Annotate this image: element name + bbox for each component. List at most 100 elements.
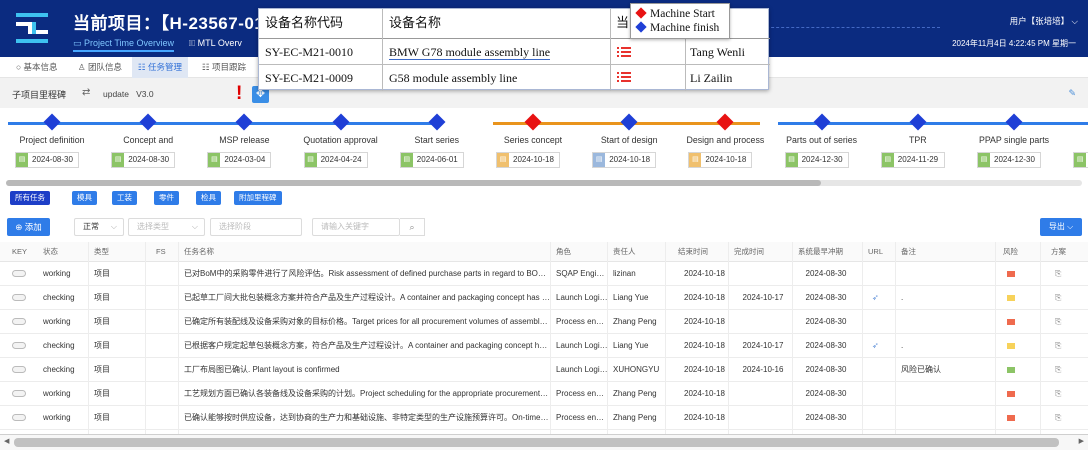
column-header[interactable]: KEY xyxy=(6,242,36,262)
milestone-diamond-icon[interactable] xyxy=(909,113,927,131)
milestone-date[interactable]: ▤ 2024-12-30 xyxy=(784,152,849,168)
column-header[interactable]: 备注 xyxy=(895,242,1000,262)
scrollbar-thumb[interactable] xyxy=(14,438,1059,447)
milestone-date[interactable]: ▤ 2024-03-04 xyxy=(207,152,272,168)
table-row[interactable]: checking 项目 已起草工厂间大批包装概念方案并符合产品及生产过程设计。A c… xyxy=(0,286,1088,310)
table-cell: 项目 xyxy=(94,365,110,374)
plan-doc-icon[interactable]: ⎘ xyxy=(1055,341,1061,350)
milestone-date[interactable]: ▤ xyxy=(1073,152,1088,168)
tab-team-info[interactable]: ♙ 团队信息 xyxy=(72,57,128,78)
tab-project-tracking[interactable]: ☷ 项目跟踪 xyxy=(196,57,252,78)
milestone-date[interactable]: ▤ 2024-04-24 xyxy=(303,152,368,168)
tab-basic-info[interactable]: ○ 基本信息 xyxy=(10,57,64,78)
calendar-icon: ▤ xyxy=(16,153,28,167)
milestone-label: Parts out of series xyxy=(786,135,858,145)
milestone-diamond-icon[interactable] xyxy=(1005,113,1023,131)
timeline-scrollbar[interactable] xyxy=(6,180,1082,186)
table-row[interactable]: checking 项目 已根据客户规定起草包装概念方案，符合产品及生产过程设计。A … xyxy=(0,334,1088,358)
milestone-date[interactable]: ▤ 2024-11-29 xyxy=(880,152,945,168)
milestone-diamond-icon[interactable] xyxy=(139,113,157,131)
table-cell xyxy=(6,334,36,358)
milestone-diamond-icon[interactable] xyxy=(524,113,542,131)
plan-doc-icon[interactable]: ⎘ xyxy=(1055,317,1061,326)
milestone-diamond-icon[interactable] xyxy=(428,113,446,131)
tag-gauges[interactable]: 检具 xyxy=(196,191,221,205)
send-link-icon[interactable]: ➶ xyxy=(872,341,879,350)
column-header[interactable]: 方案 xyxy=(1045,242,1085,262)
tag-molds[interactable]: 模具 xyxy=(72,191,97,205)
milestone-date[interactable]: ▤ 2024-08-30 xyxy=(15,152,79,168)
column-header[interactable]: 完成时间 xyxy=(728,242,798,262)
timeline-scrollbar-thumb[interactable] xyxy=(6,180,821,186)
column-header[interactable]: 角色 xyxy=(550,242,608,262)
table-cell: ⎘ xyxy=(1045,406,1085,430)
table-row[interactable]: checking 项目 工厂布局图已确认. Plant layout is conf… xyxy=(0,358,1088,382)
plan-doc-icon[interactable]: ⎘ xyxy=(1055,293,1061,302)
keyword-input[interactable]: 请输入关键字 xyxy=(312,218,400,236)
plan-doc-icon[interactable]: ⎘ xyxy=(1055,413,1061,422)
column-header[interactable]: 任务名称 xyxy=(178,242,550,262)
milestone-date[interactable]: ▤ 2024-08-30 xyxy=(111,152,176,168)
stage-select[interactable]: 选择阶段 xyxy=(210,218,302,236)
type-select[interactable]: 选择类型 ⌵ xyxy=(128,218,205,236)
milestone-diamond-icon[interactable] xyxy=(813,113,831,131)
plan-doc-icon[interactable]: ⎘ xyxy=(1055,365,1061,374)
table-row[interactable]: working 项目 已确认能够按时供应设备，达到协商的生产力和基础设施、非特定类型… xyxy=(0,406,1088,430)
key-toggle[interactable] xyxy=(12,390,26,398)
popup-header-owner: 当 xyxy=(616,15,630,30)
column-header[interactable]: URL xyxy=(862,242,892,262)
key-toggle[interactable] xyxy=(12,318,26,326)
milestone-diamond-icon[interactable] xyxy=(43,113,61,131)
table-row[interactable]: working 项目 已确定所有装配线及设备采购对象的目标价格。Target pri… xyxy=(0,310,1088,334)
search-button[interactable]: ⌕ xyxy=(400,218,425,236)
status-select[interactable]: 正常 ⌵ xyxy=(74,218,124,236)
add-button[interactable]: ⊕ 添加 xyxy=(7,218,50,236)
milestone-date[interactable]: ▤ 2024-10-18 xyxy=(496,152,560,168)
column-header[interactable]: 系统最早冲期 xyxy=(792,242,860,262)
table-row[interactable]: working 项目 工艺规划方面已确认各装备线及设备采购的计划。Project s… xyxy=(0,382,1088,406)
user-menu[interactable]: 用户【张培培】 ⌵ xyxy=(1010,15,1078,27)
export-button[interactable]: 导出 ⌵ xyxy=(1040,218,1082,236)
milestone-diamond-icon[interactable] xyxy=(332,113,350,131)
milestone-date[interactable]: ▤ 2024-06-01 xyxy=(399,152,464,168)
horizontal-scrollbar[interactable]: ◀ ▶ xyxy=(0,434,1088,450)
table-cell: 2024-08-30 xyxy=(805,389,847,398)
tag-fixtures[interactable]: 工装 xyxy=(112,191,137,205)
scroll-right-icon[interactable]: ▶ xyxy=(1079,437,1084,445)
milestone-diamond-icon[interactable] xyxy=(716,113,734,131)
milestone-date[interactable]: ▤ 2024-12-30 xyxy=(977,152,1041,168)
column-header[interactable]: 状态 xyxy=(37,242,87,262)
column-header[interactable]: 类型 xyxy=(88,242,143,262)
popup-row-name[interactable]: G58 module assembly line xyxy=(389,65,517,90)
table-row[interactable]: working 项目 已对BoM中的采购零件进行了风险评估。Risk assessm… xyxy=(0,262,1088,286)
milestone-date[interactable]: ▤ 2024-10-18 xyxy=(592,152,657,168)
send-link-icon[interactable]: ➶ xyxy=(872,293,879,302)
scroll-left-icon[interactable]: ◀ xyxy=(4,437,9,445)
list-icon[interactable] xyxy=(617,72,631,83)
column-header[interactable]: 风险 xyxy=(997,242,1032,262)
column-header[interactable]: 责任人 xyxy=(607,242,672,262)
key-toggle[interactable] xyxy=(12,414,26,422)
tag-parts[interactable]: 零件 xyxy=(154,191,179,205)
key-toggle[interactable] xyxy=(12,342,26,350)
key-toggle[interactable] xyxy=(12,366,26,374)
plan-doc-icon[interactable]: ⎘ xyxy=(1055,269,1061,278)
key-toggle[interactable] xyxy=(12,294,26,302)
milestone-date[interactable]: ▤ 2024-10-18 xyxy=(688,152,753,168)
milestone-diamond-icon[interactable] xyxy=(620,113,638,131)
switch-icon[interactable]: ⇄ xyxy=(82,87,90,98)
column-header[interactable]: FS xyxy=(150,242,175,262)
tag-all-tasks[interactable]: 所有任务 xyxy=(10,191,50,205)
list-icon[interactable] xyxy=(617,47,631,58)
nav-project-time-overview[interactable]: ▭ Project Time Overview xyxy=(73,38,175,52)
milestone-diamond-icon[interactable] xyxy=(235,113,253,131)
edit-icon[interactable]: ✎ xyxy=(1068,88,1076,99)
scrollbar-track[interactable]: ◀ ▶ xyxy=(0,434,1088,450)
popup-row-name[interactable]: BMW G78 module assembly line xyxy=(389,39,551,64)
table-cell xyxy=(895,310,1000,334)
tab-task-management[interactable]: ☷ 任务管理 xyxy=(132,57,189,78)
tag-extra-milestones[interactable]: 附加里程碑 xyxy=(234,191,282,205)
plan-doc-icon[interactable]: ⎘ xyxy=(1055,389,1061,398)
key-toggle[interactable] xyxy=(12,270,26,278)
nav-mtl-overview[interactable]: 🗉 MTL Overv xyxy=(189,38,242,48)
